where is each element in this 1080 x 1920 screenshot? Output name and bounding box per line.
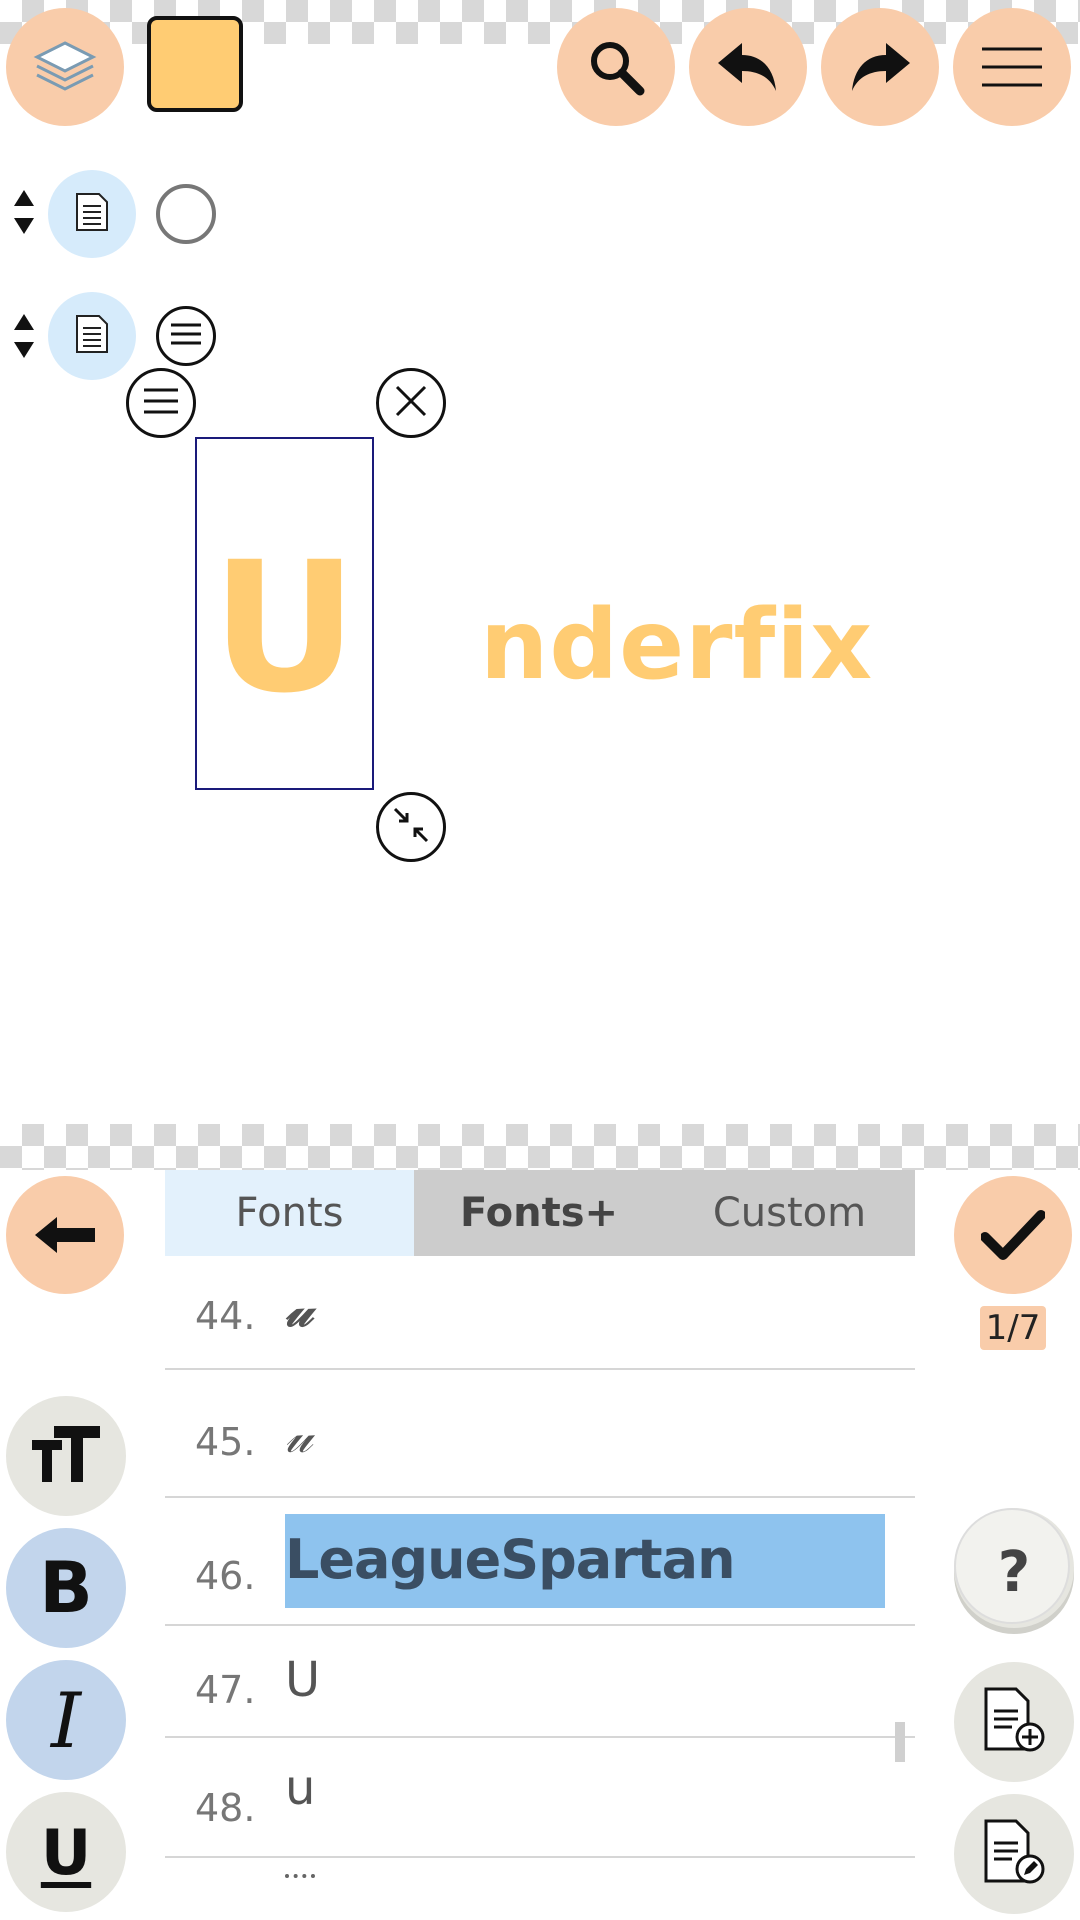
edit-document-icon <box>982 1819 1046 1889</box>
font-list-scrollbar[interactable] <box>895 1722 905 1762</box>
font-number: 48. <box>195 1786 256 1830</box>
text-size-button[interactable] <box>6 1396 126 1516</box>
italic-button[interactable]: I <box>6 1660 126 1780</box>
menu-button[interactable] <box>953 8 1071 126</box>
object-resize-handle[interactable] <box>376 792 446 862</box>
font-number: 47. <box>195 1668 256 1712</box>
layers-icon <box>33 39 97 95</box>
tab-custom[interactable]: Custom <box>664 1170 915 1256</box>
font-list-item-selected[interactable]: 46. LeagueSpartan <box>165 1498 915 1626</box>
help-button[interactable]: ? <box>954 1508 1074 1628</box>
bold-label: B <box>39 1547 93 1629</box>
checkmark-icon <box>981 1209 1045 1261</box>
font-preview: U <box>285 1652 321 1708</box>
page-indicator-label: 1/7 <box>985 1308 1041 1348</box>
add-page-button[interactable] <box>954 1662 1074 1782</box>
selected-font-highlight: LeagueSpartan <box>285 1514 885 1608</box>
undo-button[interactable] <box>689 8 807 126</box>
close-icon <box>393 383 429 423</box>
font-preview: 𝓊 <box>285 1408 313 1464</box>
help-label: ? <box>997 1540 1031 1605</box>
redo-icon <box>848 39 912 95</box>
font-preview: u <box>285 1760 316 1816</box>
document-icon <box>75 192 109 236</box>
font-list[interactable]: 44. 𝓊 45. 𝓊 46. LeagueSpartan 47. U 48. … <box>165 1256 915 1920</box>
edit-page-button[interactable] <box>954 1794 1074 1914</box>
redo-button[interactable] <box>821 8 939 126</box>
page-indicator: 1/7 <box>980 1306 1046 1350</box>
reorder-handle-icon[interactable] <box>12 312 36 364</box>
layer-menu-button[interactable] <box>156 306 216 366</box>
back-button[interactable] <box>6 1176 124 1294</box>
font-list-item[interactable]: 47. U <box>165 1626 915 1738</box>
canvas-text[interactable]: nderfix <box>480 590 873 700</box>
tab-fonts-plus-label: Fonts+ <box>459 1190 619 1236</box>
font-list-item[interactable]: 48. u <box>165 1738 915 1858</box>
color-swatch-button[interactable] <box>147 16 243 112</box>
font-list-item[interactable]: 45. 𝓊 <box>165 1370 915 1498</box>
transparency-strip-bottom <box>0 1124 1080 1170</box>
layer-document-button[interactable] <box>48 292 136 380</box>
layers-button[interactable] <box>6 8 124 126</box>
font-number: 45. <box>195 1420 256 1464</box>
tab-fonts[interactable]: Fonts <box>165 1170 414 1256</box>
bold-button[interactable]: B <box>6 1528 126 1648</box>
selection-box[interactable]: U <box>195 437 374 790</box>
arrow-left-icon <box>33 1215 97 1255</box>
tab-custom-label: Custom <box>712 1190 867 1236</box>
search-button[interactable] <box>557 8 675 126</box>
underline-label: U <box>40 1815 92 1889</box>
reorder-handle-icon[interactable] <box>12 188 36 240</box>
layer-document-button[interactable] <box>48 170 136 258</box>
layer-visibility-toggle[interactable] <box>156 184 216 244</box>
font-number: 44. <box>195 1294 256 1338</box>
confirm-button[interactable] <box>954 1176 1072 1294</box>
add-document-icon <box>982 1687 1046 1757</box>
menu-icon <box>142 387 180 419</box>
font-list-item-partial <box>285 1874 315 1884</box>
font-list-item[interactable]: 44. 𝓊 <box>165 1256 915 1370</box>
object-menu-handle[interactable] <box>126 368 196 438</box>
underline-button[interactable]: U <box>6 1792 126 1912</box>
resize-icon <box>391 805 431 849</box>
undo-icon <box>716 39 780 95</box>
menu-icon <box>169 322 203 350</box>
object-delete-handle[interactable] <box>376 368 446 438</box>
tab-fonts-label: Fonts <box>235 1190 344 1236</box>
font-preview: LeagueSpartan <box>285 1528 736 1591</box>
search-icon <box>584 35 648 99</box>
selected-letter: U <box>211 524 358 733</box>
document-icon <box>75 314 109 358</box>
italic-label: I <box>50 1675 82 1765</box>
text-size-icon <box>30 1424 102 1488</box>
font-number: 46. <box>195 1554 256 1598</box>
menu-icon <box>980 43 1044 91</box>
tab-fonts-plus[interactable]: Fonts+ <box>414 1170 664 1256</box>
font-preview: 𝓊 <box>285 1282 313 1338</box>
